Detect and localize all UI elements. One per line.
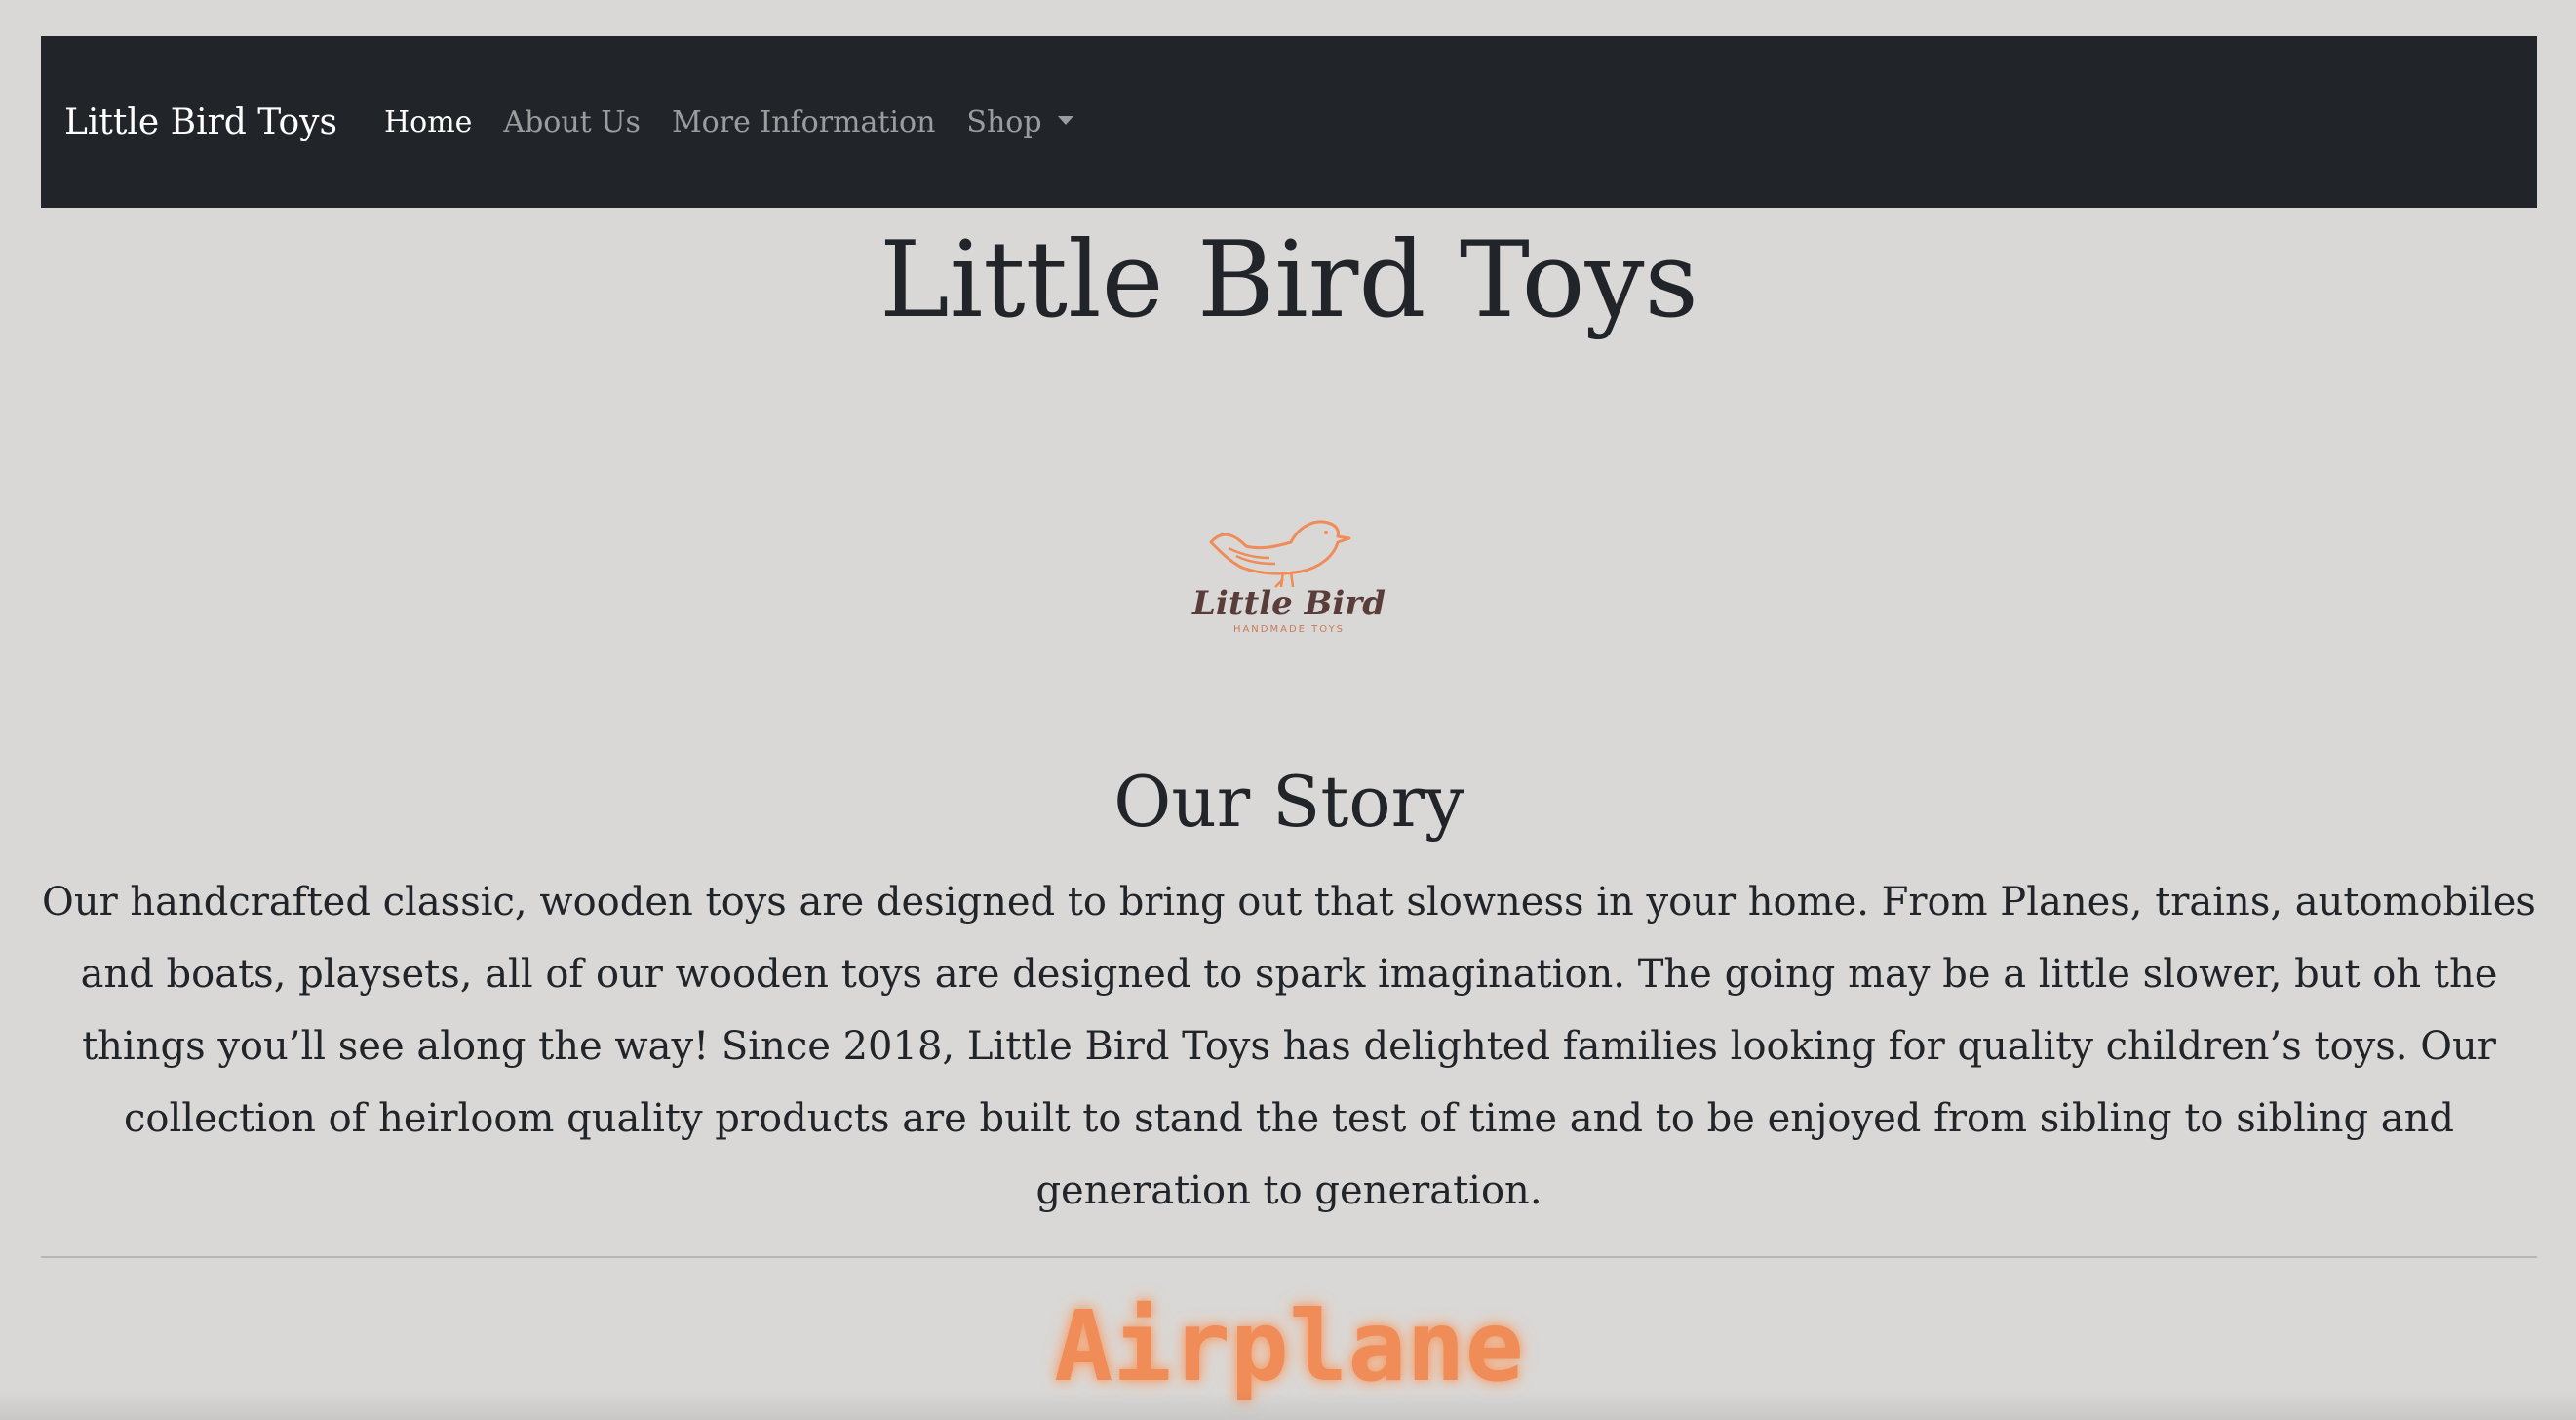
navbar: Little Bird Toys Home About Us More Info… — [41, 36, 2537, 208]
nav-link-more-information[interactable]: More Information — [672, 105, 935, 139]
nav-links: Home About Us More Information Shop — [384, 105, 1105, 139]
page-title: Little Bird Toys — [879, 219, 1698, 341]
our-story-text: Our handcrafted classic, wooden toys are… — [42, 880, 2536, 1213]
nav-dropdown-shop[interactable]: Shop — [966, 105, 1073, 139]
nav-dropdown-shop-label: Shop — [966, 104, 1042, 139]
navbar-brand[interactable]: Little Bird Toys — [64, 102, 337, 142]
our-story-heading: Our Story — [1113, 761, 1464, 843]
svg-text:HANDMADE TOYS: HANDMADE TOYS — [1233, 624, 1345, 635]
product-title-airplane: Airplane — [1054, 1289, 1524, 1403]
little-bird-logo: Little Bird HANDMADE TOYS — [1168, 503, 1410, 640]
nav-link-about-us[interactable]: About Us — [503, 105, 641, 139]
svg-text:Little Bird: Little Bird — [1191, 584, 1386, 623]
bird-icon: Little Bird HANDMADE TOYS — [1191, 520, 1386, 635]
divider — [41, 1256, 2537, 1258]
caret-down-icon — [1057, 115, 1073, 125]
nav-link-home[interactable]: Home — [384, 105, 472, 139]
page: Little Bird Toys Home About Us More Info… — [41, 0, 2537, 1420]
